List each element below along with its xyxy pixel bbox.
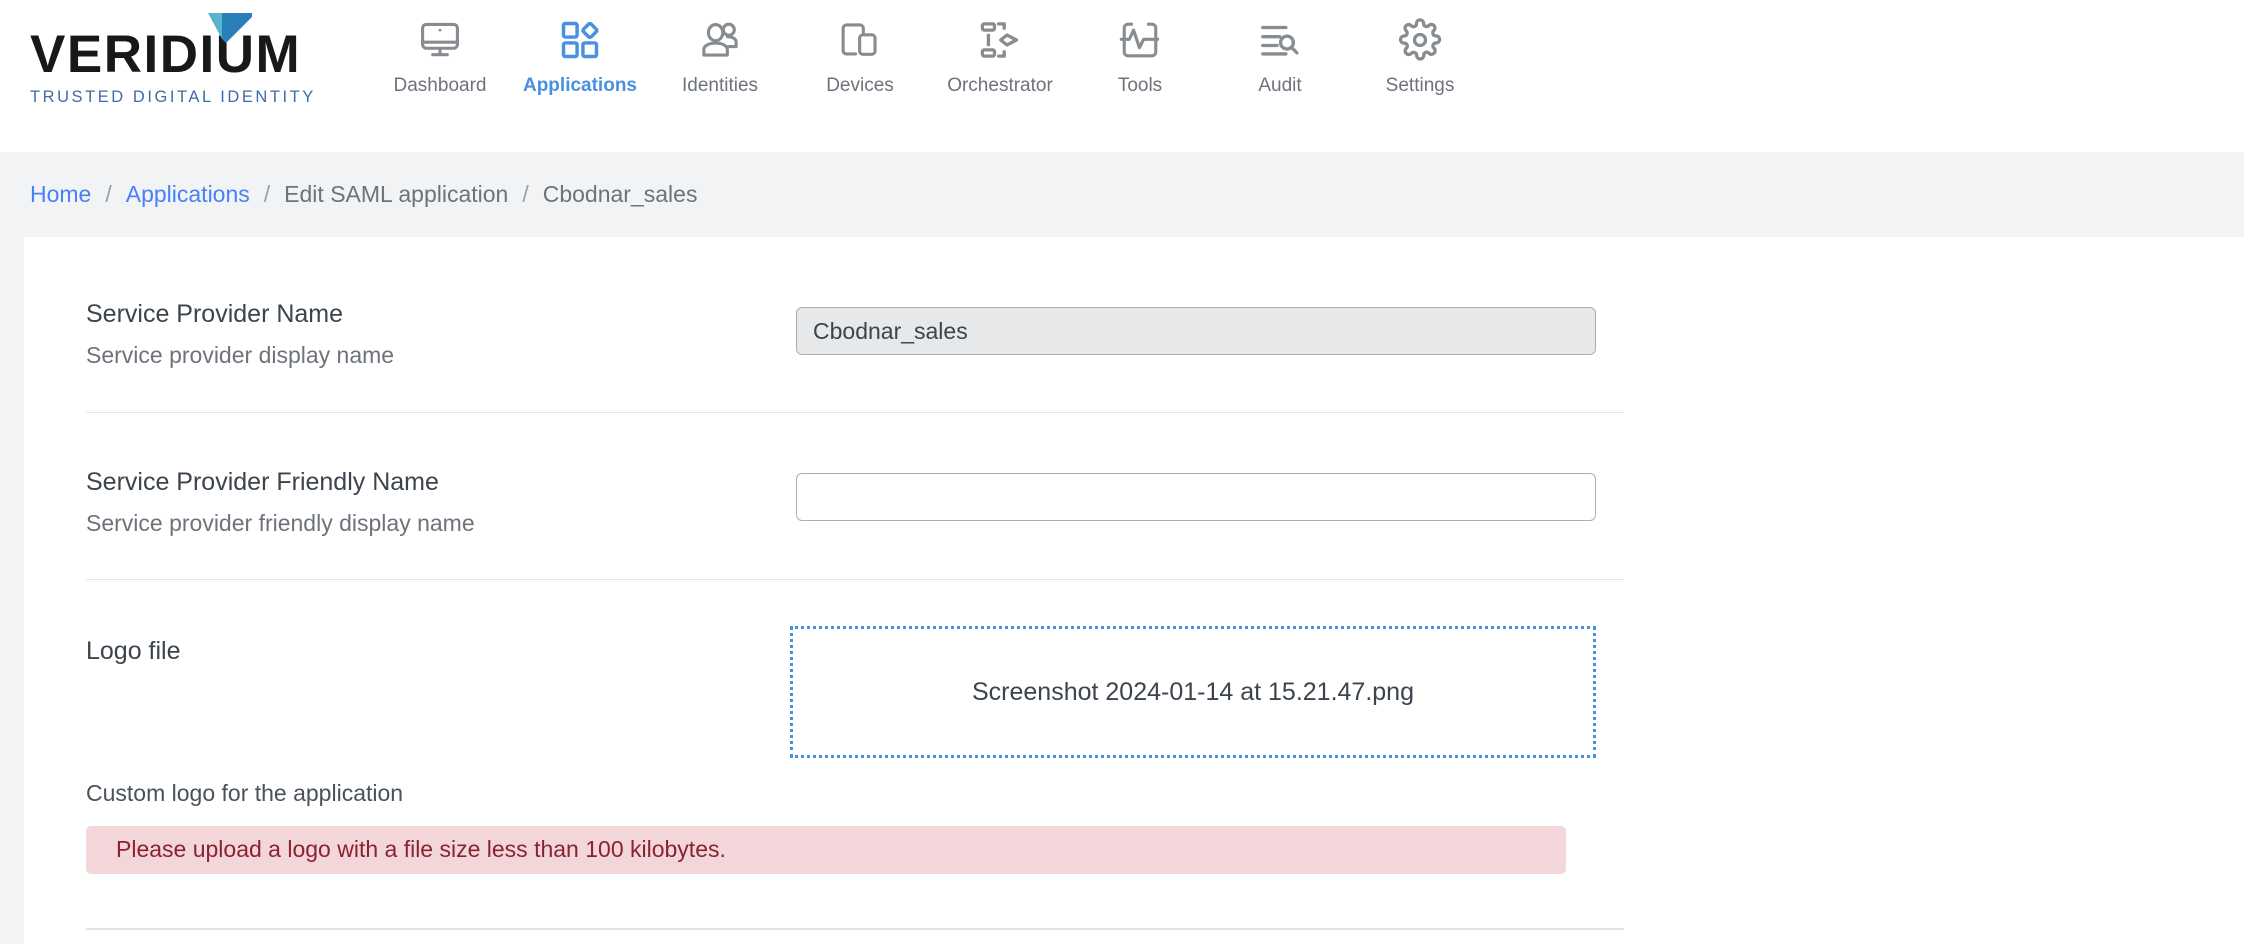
app-grid-icon: [558, 16, 602, 64]
brand-logo[interactable]: VERIDIUM TRUSTED DIGITAL IDENTITY: [30, 0, 330, 107]
input-column: Screenshot 2024-01-14 at 15.21.47.png: [796, 626, 1596, 758]
breadcrumb-item-applications[interactable]: Applications: [126, 181, 250, 208]
logo-file-error-text: Please upload a logo with a file size le…: [116, 836, 726, 863]
logo-file-dropzone[interactable]: Screenshot 2024-01-14 at 15.21.47.png: [790, 626, 1596, 758]
monitor-icon: [418, 16, 462, 64]
brand-wordmark: VERIDIUM: [30, 28, 330, 81]
breadcrumb-item-home[interactable]: Home: [30, 181, 91, 208]
nav-label-applications: Applications: [523, 76, 637, 95]
nav-item-devices[interactable]: Devices: [790, 16, 930, 95]
nav-label-identities: Identities: [682, 76, 758, 95]
pulse-icon: [1118, 16, 1162, 64]
brand-wordmark-text: VERIDIUM: [30, 25, 301, 84]
form-row-service-provider-name: Service Provider Name Service provider d…: [24, 237, 2244, 412]
field-description-service-provider-name: Service provider display name: [86, 342, 796, 370]
row-divider: [86, 928, 1624, 930]
breadcrumb-item-current: Cbodnar_sales: [543, 181, 698, 208]
nav-item-dashboard[interactable]: Dashboard: [370, 16, 510, 95]
service-provider-friendly-name-input[interactable]: [796, 473, 1596, 521]
nav-item-identities[interactable]: Identities: [650, 16, 790, 95]
edit-saml-application-card: Service Provider Name Service provider d…: [24, 237, 2244, 944]
nav-label-settings: Settings: [1386, 76, 1455, 95]
devices-icon: [838, 16, 882, 64]
logo-file-name: Screenshot 2024-01-14 at 15.21.47.png: [972, 678, 1414, 707]
nav-item-settings[interactable]: Settings: [1350, 16, 1490, 95]
nav-item-orchestrator[interactable]: Orchestrator: [930, 16, 1070, 95]
list-search-icon: [1258, 16, 1302, 64]
breadcrumb-item-edit-saml-application: Edit SAML application: [284, 181, 508, 208]
logo-file-caption: Custom logo for the application: [24, 780, 2244, 808]
service-provider-name-input[interactable]: [796, 307, 1596, 355]
checkmark-icon: [208, 3, 252, 37]
nav-label-dashboard: Dashboard: [394, 76, 487, 95]
breadcrumb-separator: /: [264, 181, 270, 208]
field-title-logo-file: Logo file: [86, 636, 796, 666]
gear-icon: [1398, 16, 1442, 64]
field-title-service-provider-friendly-name: Service Provider Friendly Name: [86, 467, 796, 497]
nav-item-audit[interactable]: Audit: [1210, 16, 1350, 95]
users-icon: [698, 16, 742, 64]
breadcrumb: Home / Applications / Edit SAML applicat…: [0, 152, 2244, 237]
label-column: Service Provider Name Service provider d…: [86, 295, 796, 370]
content-area: Service Provider Name Service provider d…: [0, 237, 2244, 944]
field-description-service-provider-friendly-name: Service provider friendly display name: [86, 510, 796, 538]
input-column: [796, 473, 1596, 521]
main-navigation: Dashboard Applications: [370, 0, 1490, 95]
breadcrumb-separator: /: [522, 181, 528, 208]
workflow-icon: [978, 16, 1022, 64]
breadcrumb-separator: /: [105, 181, 111, 208]
nav-label-audit: Audit: [1258, 76, 1301, 95]
form-row-logo-file: Logo file Screenshot 2024-01-14 at 15.21…: [24, 580, 2244, 758]
nav-label-tools: Tools: [1118, 76, 1162, 95]
label-column: Service Provider Friendly Name Service p…: [86, 463, 796, 538]
nav-item-tools[interactable]: Tools: [1070, 16, 1210, 95]
app-header: VERIDIUM TRUSTED DIGITAL IDENTITY: [0, 0, 2244, 152]
nav-item-applications[interactable]: Applications: [510, 16, 650, 95]
input-column: [796, 307, 1596, 355]
label-column: Logo file: [86, 626, 796, 666]
nav-label-devices: Devices: [826, 76, 894, 95]
logo-file-error-banner: Please upload a logo with a file size le…: [86, 826, 1566, 874]
nav-label-orchestrator: Orchestrator: [947, 76, 1053, 95]
brand-tagline: TRUSTED DIGITAL IDENTITY: [30, 88, 330, 107]
form-row-service-provider-friendly-name: Service Provider Friendly Name Service p…: [24, 413, 2244, 580]
field-title-service-provider-name: Service Provider Name: [86, 299, 796, 329]
